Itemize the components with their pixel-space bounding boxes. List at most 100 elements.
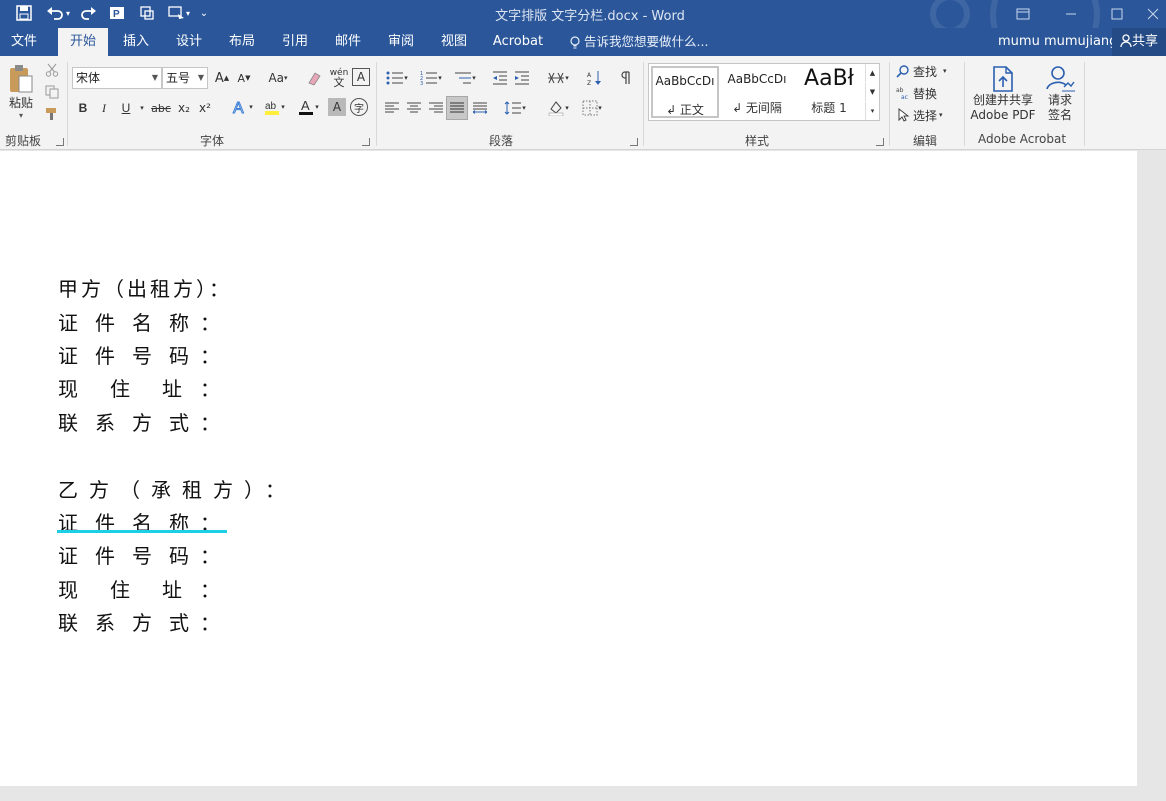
request-signature-button[interactable]: 请求 签名: [1040, 62, 1080, 126]
find-label: 查找: [913, 64, 938, 79]
enclose-characters-icon[interactable]: 字: [350, 98, 368, 116]
align-right-icon[interactable]: [426, 98, 446, 118]
styles-scroll-up-icon[interactable]: ▲: [865, 64, 879, 82]
numbering-icon[interactable]: 1 2 3 ▾: [416, 68, 446, 88]
sort-icon[interactable]: AZ: [584, 68, 606, 88]
style-sample: AaBł: [804, 66, 854, 91]
decrease-indent-icon[interactable]: [490, 68, 510, 88]
title-bar: ▾ P ▾ ⌄ 文字排版 文字分栏.docx - Word: [0, 0, 1166, 28]
clipboard-dialog-launcher[interactable]: [56, 138, 64, 146]
multilevel-list-icon[interactable]: ▾: [450, 68, 480, 88]
character-shading-icon[interactable]: A: [328, 98, 346, 116]
strikethrough-button[interactable]: abc: [150, 98, 172, 118]
share-label: 共享: [1132, 34, 1159, 49]
clear-format-icon[interactable]: [304, 68, 324, 88]
bullets-icon[interactable]: ▾: [382, 68, 412, 88]
tab-mailings[interactable]: 邮件: [324, 28, 372, 56]
underline-button[interactable]: U: [116, 98, 136, 118]
font-size-select[interactable]: 五号 ▼: [162, 67, 208, 89]
shading-icon[interactable]: ▾: [542, 98, 574, 118]
style-no-spacing[interactable]: AaBbCcDı ↲ 无间隔: [723, 66, 791, 118]
text-effects-icon[interactable]: A ▾: [226, 96, 258, 118]
highlight-icon[interactable]: ab ▾: [258, 96, 290, 118]
char: 址: [162, 578, 182, 602]
char: 联: [58, 611, 78, 635]
show-marks-icon[interactable]: [616, 68, 636, 88]
select-button[interactable]: 选择 ▾: [896, 105, 952, 125]
char: ：: [200, 344, 220, 368]
vertical-scrollbar[interactable]: [1137, 151, 1166, 786]
format-painter-icon[interactable]: [43, 105, 61, 123]
close-icon[interactable]: [1140, 0, 1166, 28]
char: 式: [169, 611, 189, 635]
tab-view[interactable]: 视图: [430, 28, 478, 56]
svg-text:A: A: [301, 98, 310, 113]
font-name-select[interactable]: 宋体 ▼: [72, 67, 162, 89]
replace-button[interactable]: ab ac 替换: [896, 83, 946, 103]
tab-layout[interactable]: 布局: [218, 28, 266, 56]
character-border-button[interactable]: A: [352, 68, 370, 86]
selection-underline: [57, 530, 227, 533]
styles-scroll-down-icon[interactable]: ▼: [865, 83, 879, 101]
paste-dropdown-icon[interactable]: ▾: [19, 111, 23, 120]
tab-file[interactable]: 文件: [0, 28, 48, 56]
char: 现: [58, 377, 78, 401]
tab-review[interactable]: 审阅: [377, 28, 425, 56]
group-divider: [964, 62, 965, 146]
subscript-button[interactable]: x₂: [174, 98, 194, 118]
share-button[interactable]: 共享: [1112, 28, 1166, 56]
shrink-font-button[interactable]: A ▼: [234, 68, 254, 88]
italic-button[interactable]: I: [95, 98, 113, 118]
tab-insert[interactable]: 插入: [112, 28, 160, 56]
char: ：: [200, 611, 220, 635]
style-heading-1[interactable]: AaBł 标题 1: [795, 66, 863, 118]
minimize-icon[interactable]: [1048, 0, 1094, 28]
document-page[interactable]: [0, 151, 1137, 786]
char: 系: [95, 411, 115, 435]
style-normal[interactable]: AaBbCcDı ↲ 正文: [651, 66, 719, 118]
copy-icon[interactable]: [43, 83, 61, 101]
find-button[interactable]: 查找 ▾: [896, 61, 958, 81]
chinese-layout-icon[interactable]: ▾: [542, 68, 574, 88]
char: 件: [95, 344, 115, 368]
char: 址: [162, 377, 182, 401]
justify-icon[interactable]: [446, 96, 468, 120]
tab-home[interactable]: 开始: [58, 28, 108, 56]
underline-dropdown-icon[interactable]: ▾: [137, 98, 147, 118]
char: 号: [132, 344, 152, 368]
acrobat-group-label: Adobe Acrobat: [978, 132, 1067, 146]
maximize-icon[interactable]: [1094, 0, 1140, 28]
phonetic-guide-button[interactable]: wén 文: [328, 66, 350, 90]
tab-references[interactable]: 引用: [271, 28, 319, 56]
user-name[interactable]: mumu mumujiang: [998, 28, 1117, 56]
window-title: 文字排版 文字分栏.docx - Word: [495, 9, 685, 24]
grow-font-button[interactable]: A ▲: [212, 68, 232, 88]
line-spacing-icon[interactable]: ▾: [500, 98, 530, 118]
align-left-icon[interactable]: [382, 98, 402, 118]
paste-button[interactable]: 粘贴 ▾: [4, 60, 38, 124]
increase-indent-icon[interactable]: [512, 68, 532, 88]
borders-icon[interactable]: ▾: [576, 98, 608, 118]
tell-me-search[interactable]: 告诉我您想要做什么...: [570, 28, 708, 56]
distributed-icon[interactable]: [470, 98, 490, 118]
ribbon-display-icon[interactable]: [1000, 0, 1046, 28]
create-pdf-button[interactable]: 创建并共享 Adobe PDF: [968, 62, 1038, 126]
group-divider: [376, 62, 377, 146]
change-case-button[interactable]: Aa ▾: [262, 68, 294, 88]
tab-design[interactable]: 设计: [165, 28, 213, 56]
cut-icon[interactable]: [43, 61, 61, 79]
party-b-heading-text: 乙方（承租方）：: [58, 478, 296, 502]
superscript-button[interactable]: x²: [195, 98, 215, 118]
font-dialog-launcher[interactable]: [362, 138, 370, 146]
char: 住: [110, 377, 130, 401]
char: 证: [58, 544, 78, 568]
bold-button[interactable]: B: [74, 98, 92, 118]
font-color-icon[interactable]: A ▾: [292, 96, 324, 118]
styles-more-icon[interactable]: ▾: [865, 102, 879, 120]
style-name: ↲ 无间隔: [732, 101, 782, 115]
styles-dialog-launcher[interactable]: [876, 138, 884, 146]
paragraph-dialog-launcher[interactable]: [630, 138, 638, 146]
tab-acrobat[interactable]: Acrobat: [486, 28, 550, 56]
align-center-icon[interactable]: [404, 98, 424, 118]
char: 方: [132, 611, 152, 635]
